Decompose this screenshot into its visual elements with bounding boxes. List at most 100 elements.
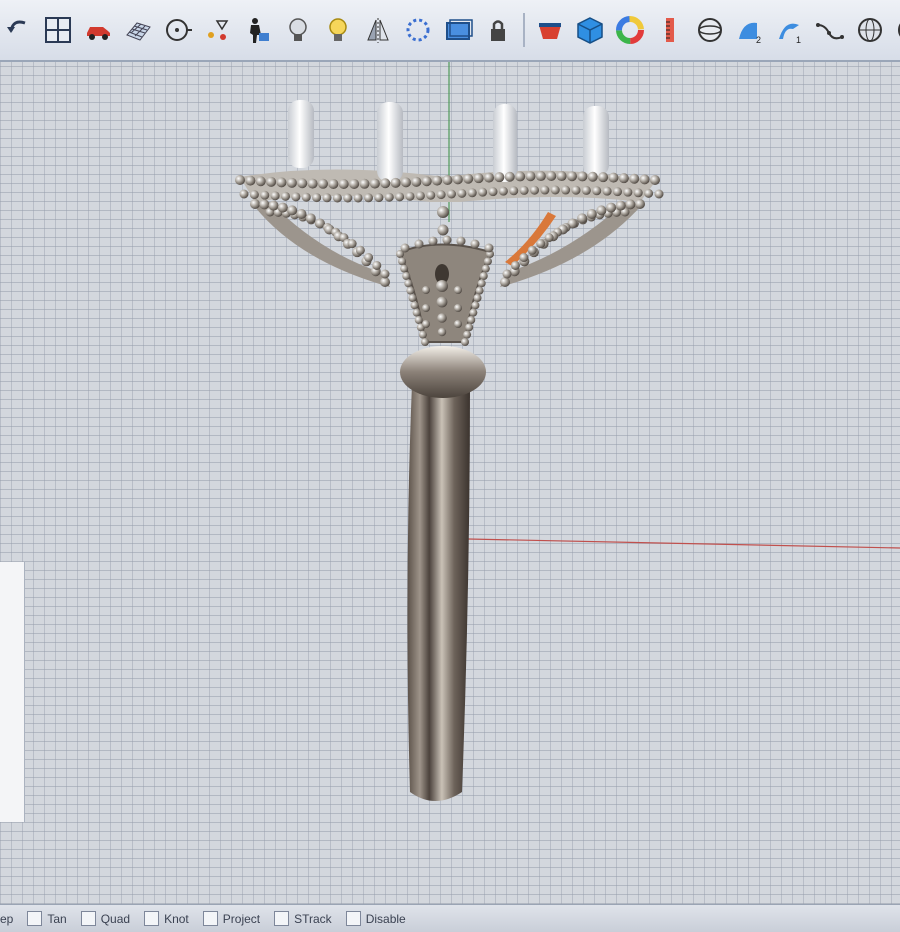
target-circle-icon[interactable] [160,12,196,48]
worker-figure-icon[interactable] [240,12,276,48]
bead [408,294,417,302]
snap-strack[interactable]: STrack [274,911,332,926]
bead [592,186,602,196]
bead [519,185,529,195]
crown-body [398,243,492,343]
bead [550,185,560,195]
bead [525,171,536,182]
sphere-half-icon[interactable] [692,12,728,48]
surface-1-icon[interactable]: 1 [772,12,808,48]
spotlight-bulb-icon[interactable] [320,12,356,48]
bead [519,253,529,263]
bead [436,296,448,308]
red-material-icon[interactable] [532,12,568,48]
bead [442,175,453,185]
car-icon[interactable] [80,12,116,48]
bead [432,175,443,186]
bead [571,185,581,195]
ring-shank [407,384,470,801]
dotted-ring-icon[interactable] [400,12,436,48]
light-bulb-icon[interactable] [280,12,316,48]
ring-collar [400,346,486,398]
bead [260,190,270,200]
bead [372,260,382,270]
bead [312,193,322,203]
bead [347,239,357,249]
sphere-icon[interactable] [892,12,900,48]
bead [400,243,410,253]
bead [418,330,427,339]
mesh-grid-icon[interactable] [120,12,156,48]
bead [291,192,301,202]
bead [437,206,449,218]
snap-knot[interactable]: Knot [144,911,189,926]
lock-icon[interactable] [480,12,516,48]
bead [608,172,619,183]
toolbar-separator [523,13,525,47]
bead [602,186,612,196]
snap-tan[interactable]: Tan [27,911,67,926]
bead [415,191,425,201]
main-toolbar: 2 1 [0,0,900,62]
bead [488,187,498,197]
bead [467,316,476,324]
bead [536,239,546,249]
bead [454,304,462,312]
surface-2-icon[interactable]: 2 [732,12,768,48]
snap-checkbox[interactable] [274,911,290,926]
bead [414,239,424,249]
bead [504,171,515,182]
bead [421,338,429,346]
bead [364,253,374,263]
setting-peg-3 [493,104,517,182]
bead [587,171,598,182]
world-axis-red [467,538,900,549]
four-viewports-icon[interactable] [40,12,76,48]
bead [527,245,537,255]
snap-checkbox[interactable] [27,911,43,926]
bead [577,171,588,182]
blue-cube-icon[interactable] [572,12,608,48]
bead [639,174,650,185]
ruler-icon[interactable] [652,12,688,48]
bead [422,286,430,294]
bead [343,193,353,203]
snap-checkbox[interactable] [80,911,96,926]
bead [654,189,664,199]
bead [457,188,467,198]
layer-box-icon[interactable] [440,12,476,48]
snap-checkbox[interactable] [345,911,361,926]
bead [454,320,462,328]
bead [456,236,466,246]
perspective-viewport[interactable] [0,62,900,904]
bead [452,174,463,185]
bead [586,208,597,219]
undo-arrow-icon[interactable] [0,12,36,48]
bead [467,188,477,198]
curve-points-icon[interactable] [812,12,848,48]
snap-project[interactable]: Project [202,911,260,926]
bead [540,185,550,195]
mirror-icon[interactable] [360,12,396,48]
bead [567,171,577,182]
snap-checkbox[interactable] [202,911,218,926]
bead [268,200,279,211]
snap-quad[interactable]: Quad [80,911,130,926]
points-move-icon[interactable] [200,12,236,48]
globe-grid-icon[interactable] [852,12,888,48]
bead [644,188,654,198]
bead [437,313,447,323]
color-wheel-icon[interactable] [612,12,648,48]
snap-checkbox[interactable] [144,911,160,926]
bead [515,171,526,182]
bead [400,264,409,273]
status-bar: ep Tan Quad Knot Project STrack Disable [0,904,900,932]
snap-disable[interactable]: Disable [345,911,406,926]
bead [629,173,640,184]
bead [470,239,480,249]
bead [436,190,446,200]
bead [463,173,474,184]
bead [484,243,494,253]
bead [635,199,645,209]
bead [286,177,297,188]
